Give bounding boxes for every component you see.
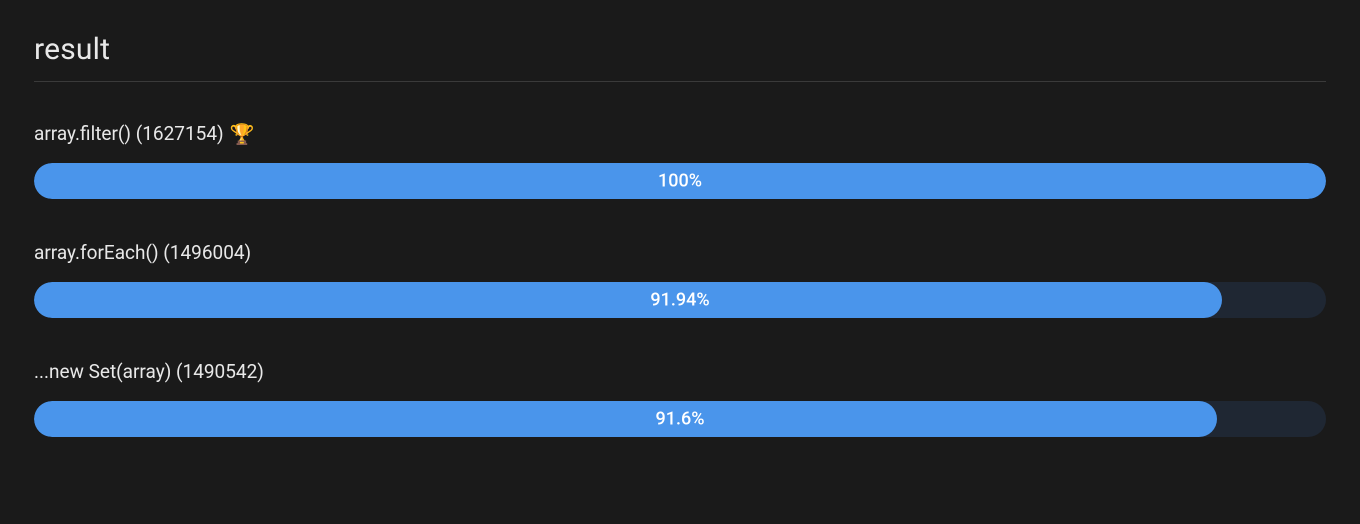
trophy-icon: 🏆 [230,124,255,144]
progress-value: 91.94% [650,290,709,311]
result-row: array.forEach() (1496004) 91.94% [34,241,1326,318]
result-panel: result array.filter() (1627154) 🏆 100% a… [0,0,1360,437]
progress-bar: 91.6% [34,401,1326,437]
progress-value: 100% [658,171,702,192]
result-name: array.filter() (1627154) [34,122,224,145]
result-row: array.filter() (1627154) 🏆 100% [34,122,1326,199]
progress-bar: 91.94% [34,282,1326,318]
progress-bar: 100% [34,163,1326,199]
result-label: array.forEach() (1496004) [34,241,1326,264]
progress-fill [34,401,1217,437]
result-name: array.forEach() (1496004) [34,241,251,264]
section-title: result [34,32,1326,82]
result-label: ...new Set(array) (1490542) [34,360,1326,383]
result-name: ...new Set(array) (1490542) [34,360,264,383]
result-row: ...new Set(array) (1490542) 91.6% [34,360,1326,437]
progress-fill [34,282,1222,318]
progress-value: 91.6% [656,409,705,430]
result-label: array.filter() (1627154) 🏆 [34,122,1326,145]
